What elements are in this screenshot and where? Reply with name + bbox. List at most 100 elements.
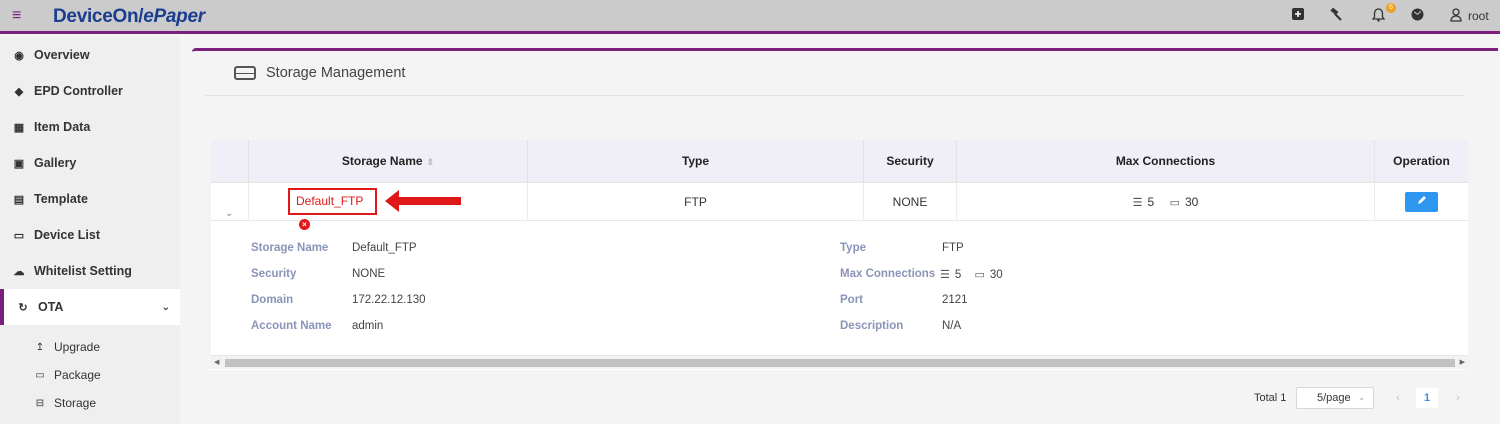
cloud-upload-icon: ☁	[13, 265, 25, 278]
monitor-icon: ▭	[974, 269, 985, 281]
detail-label-account-name: Account Name	[251, 320, 332, 332]
add-box-icon[interactable]	[1290, 8, 1306, 24]
drive-icon: ⊟	[35, 397, 45, 409]
sidebar-item-item-data[interactable]: ▦ Item Data	[0, 109, 180, 145]
sidebar: ◉ Overview ◆ EPD Controller ▦ Item Data …	[0, 37, 180, 424]
column-header-security: Security	[864, 140, 957, 183]
detail-label-storage-name: Storage Name	[251, 242, 329, 254]
storage-name-highlight[interactable]: Default_FTP ×	[288, 188, 377, 231]
page-title: Storage Management	[266, 65, 406, 81]
sidebar-item-label: Device List	[34, 228, 101, 242]
sidebar-item-label: Template	[34, 192, 88, 206]
upload-icon: ↥	[35, 341, 45, 353]
max-conn-server-value: 5	[1147, 195, 1155, 209]
max-connections-cell: ☰ 5 ▭ 30	[957, 183, 1375, 221]
scroll-left-icon[interactable]: ◀	[214, 358, 219, 366]
sidebar-item-label: Gallery	[34, 156, 77, 170]
id-card-icon: ▤	[13, 193, 25, 206]
detail-value-type: FTP	[942, 242, 964, 254]
sort-icon[interactable]: ⇕	[427, 157, 435, 167]
detail-value-port: 2121	[942, 294, 968, 306]
sidebar-item-label: Whitelist Setting	[34, 264, 132, 278]
sidebar-item-template[interactable]: ▤ Template	[0, 181, 180, 217]
prev-page-button[interactable]: ‹	[1388, 388, 1408, 408]
detail-label-domain: Domain	[251, 294, 294, 306]
annotation-arrow-icon	[385, 190, 461, 212]
storage-table: Storage Name ⇕ Type Security Max Connecti…	[211, 140, 1468, 370]
pencil-icon	[1417, 196, 1426, 204]
monitor-icon: ▭	[1169, 197, 1180, 209]
table-header: Storage Name ⇕ Type Security Max Connecti…	[211, 140, 1468, 183]
detail-label-max-connections: Max Connections	[840, 268, 936, 280]
edit-button[interactable]	[1405, 192, 1438, 212]
column-header-storage-name[interactable]: Storage Name ⇕	[249, 140, 528, 183]
sidebar-item-device-list[interactable]: ▭ Device List	[0, 217, 180, 253]
divider	[205, 95, 1463, 96]
horizontal-scrollbar[interactable]: ◀ ▶	[211, 355, 1468, 369]
sidebar-item-whitelist-setting[interactable]: ☁ Whitelist Setting	[0, 253, 180, 289]
expand-column-header	[211, 140, 249, 183]
expand-cell: ⌄	[211, 183, 249, 221]
sidebar-item-label: Overview	[34, 48, 90, 62]
detail-label-type: Type	[840, 242, 866, 254]
gavel-icon[interactable]	[1328, 7, 1344, 24]
detail-label-description: Description	[840, 320, 904, 332]
storage-name-value: Default_FTP	[296, 194, 364, 208]
max-conn-device-value: 30	[1184, 195, 1199, 209]
sidebar-subitem-package[interactable]: ▭ Package	[0, 361, 180, 389]
globe-icon: ◉	[14, 49, 24, 62]
tags-icon: ◆	[14, 85, 24, 98]
scroll-right-icon[interactable]: ▶	[1460, 358, 1465, 366]
user-name[interactable]: root	[1468, 9, 1489, 23]
sidebar-subitem-label: Storage	[54, 396, 97, 410]
server-icon: ☰	[1132, 197, 1143, 209]
page-size-select[interactable]: 5/page ⌄	[1296, 387, 1374, 409]
sidebar-item-label: OTA	[38, 300, 64, 314]
column-header-type: Type	[528, 140, 864, 183]
sidebar-subitem-storage[interactable]: ⊟ Storage	[0, 389, 180, 417]
detail-label-security: Security	[251, 268, 297, 280]
table-icon: ▦	[13, 121, 25, 134]
page-number-button[interactable]: 1	[1416, 388, 1438, 408]
sidebar-item-gallery[interactable]: ▣ Gallery	[0, 145, 180, 181]
sidebar-item-label: EPD Controller	[34, 84, 123, 98]
detail-value-storage-name: Default_FTP	[352, 242, 417, 254]
table-row: ⌄ Default_FTP × FTP NONE ☰ 5 ▭ 30	[211, 183, 1468, 231]
detail-value-domain: 172.22.12.130	[352, 294, 426, 306]
sidebar-item-overview[interactable]: ◉ Overview	[0, 37, 180, 73]
brand-logo: DeviceOn/ePaper	[53, 6, 205, 27]
image-icon: ▣	[13, 157, 25, 170]
security-cell: NONE	[864, 183, 957, 221]
sidebar-subitem-upgrade[interactable]: ↥ Upgrade	[0, 333, 180, 361]
top-bar: ≡ DeviceOn/ePaper 6 root	[0, 0, 1500, 34]
detail-max-conn-server: 5	[954, 269, 962, 281]
page-header: Storage Management	[234, 62, 405, 84]
storage-name-cell: Default_FTP ×	[249, 183, 528, 231]
scrollbar-thumb[interactable]	[225, 359, 1455, 367]
chevron-down-icon: ⌄	[1358, 393, 1365, 402]
type-cell: FTP	[528, 183, 864, 221]
globe-icon[interactable]	[1409, 8, 1425, 24]
user-icon[interactable]	[1448, 8, 1464, 24]
monitor-icon: ▭	[13, 229, 25, 242]
detail-max-conn-device: 30	[989, 269, 1003, 281]
detail-value-security: NONE	[352, 268, 386, 280]
column-header-operation: Operation	[1393, 154, 1450, 168]
sidebar-item-ota[interactable]: ↻ OTA ⌄	[0, 289, 180, 325]
chevron-down-icon[interactable]: ⌄	[225, 195, 233, 233]
next-page-button[interactable]: ›	[1448, 388, 1468, 408]
hard-drive-icon	[234, 66, 256, 80]
sidebar-item-label: Item Data	[34, 120, 91, 134]
bell-icon[interactable]	[1370, 8, 1386, 24]
sidebar-subitem-label: Upgrade	[54, 340, 101, 354]
hamburger-menu-icon[interactable]: ≡	[12, 7, 21, 25]
sidebar-subitem-label: Package	[54, 368, 101, 382]
refresh-icon: ↻	[18, 301, 28, 314]
error-circle-icon: ×	[299, 219, 310, 231]
detail-value-max-connections: ☰ 5 ▭ 30	[940, 268, 1003, 281]
server-icon: ☰	[940, 269, 950, 281]
detail-value-description: N/A	[942, 320, 962, 332]
column-header-max-connections: Max Connections	[957, 140, 1375, 183]
detail-value-account-name: admin	[352, 320, 384, 332]
sidebar-item-epd-controller[interactable]: ◆ EPD Controller	[0, 73, 180, 109]
